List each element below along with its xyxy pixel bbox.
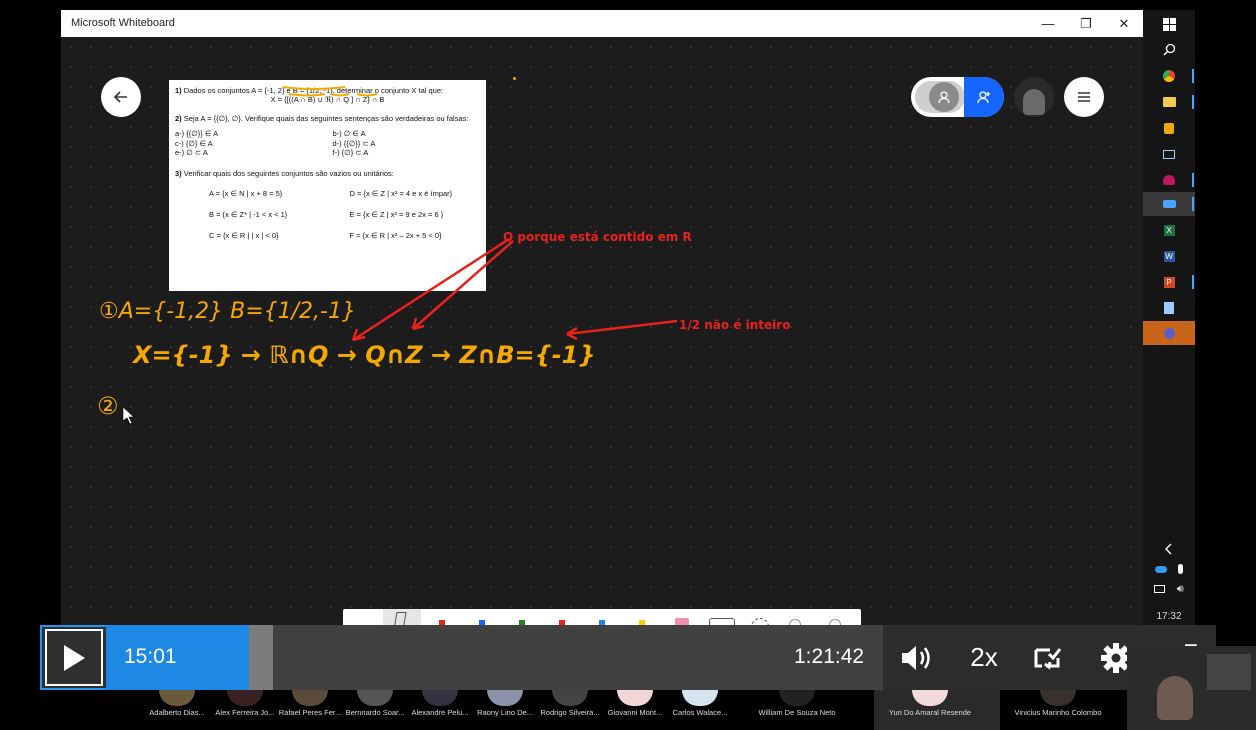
self-camera-preview bbox=[1127, 646, 1256, 730]
chrome-icon[interactable] bbox=[1143, 64, 1195, 88]
participant-tile[interactable]: Rodrigo Silveira... bbox=[533, 690, 607, 730]
participant-name: Adalberto Dias... bbox=[149, 708, 205, 717]
cursor-icon bbox=[122, 406, 135, 425]
ink-note-1: Q porque está contido em R bbox=[503, 230, 692, 244]
taskbar: X W P 🔊︎ 17:32 bbox=[1143, 10, 1195, 630]
window-title: Microsoft Whiteboard bbox=[71, 17, 175, 29]
ink-underline bbox=[282, 86, 346, 90]
participant-name: William De Souza Neto bbox=[758, 708, 836, 717]
whiteboard-canvas[interactable]: 1) Dados os conjuntos A = {-1, 2} e B = … bbox=[61, 37, 1143, 630]
ink-line-1: ①A={-1,2} B={1/2,-1} bbox=[99, 299, 356, 324]
participant-tile[interactable]: Rafael Peres Fer... bbox=[273, 690, 347, 730]
search-icon[interactable] bbox=[1143, 37, 1195, 61]
title-bar: Microsoft Whiteboard — ❐ ✕ bbox=[61, 10, 1143, 37]
ink-arrow bbox=[412, 240, 514, 330]
ink-underline bbox=[356, 93, 378, 97]
captions-button[interactable] bbox=[1022, 625, 1074, 690]
participants-strip: Adalberto Dias... Alex Ferreira Jo... Ra… bbox=[140, 690, 1120, 730]
network-icon[interactable] bbox=[1154, 585, 1166, 593]
lock-app-icon[interactable] bbox=[1143, 116, 1195, 140]
video-player-controls: 15:01 1:21:42 2x bbox=[40, 625, 1216, 690]
participant-name: Yuri Do Amaral Resende bbox=[888, 708, 972, 717]
participant-name: Rafael Peres Fer... bbox=[278, 708, 342, 717]
whiteboard-window: Microsoft Whiteboard — ❐ ✕ 1) Dados os c… bbox=[61, 10, 1143, 630]
folder-icon[interactable] bbox=[1143, 90, 1195, 114]
tray-row-2: 🔊︎ bbox=[1143, 577, 1195, 601]
progress-buffered[interactable] bbox=[249, 625, 273, 690]
participant-tile[interactable]: Bernnardo Soar... bbox=[338, 690, 412, 730]
ink-arrow bbox=[352, 237, 510, 342]
current-time: 15:01 bbox=[124, 645, 177, 668]
participant-name: Bernnardo Soar... bbox=[345, 708, 405, 717]
participant-name: Alexandre Pelu... bbox=[411, 708, 469, 717]
participant-tile[interactable]: Giovanni Mont... bbox=[598, 690, 672, 730]
participant-tile[interactable]: Yuri Do Amaral Resende bbox=[867, 690, 993, 730]
participant-name: Raony Lino De... bbox=[477, 708, 533, 717]
total-time: 1:21:42 bbox=[794, 645, 865, 668]
ink-line-2: X={-1} → ℝ∩Q → Q∩Z → Z∩B={-1} bbox=[131, 341, 595, 369]
ink-arrow bbox=[566, 319, 678, 336]
onedrive-icon[interactable] bbox=[1154, 565, 1167, 573]
participant-tile[interactable]: Vinicius Marinho Colombo bbox=[995, 690, 1121, 730]
participant-name: Giovanni Mont... bbox=[607, 708, 663, 717]
participant-tile[interactable]: Alex Ferreira Jo... bbox=[208, 690, 282, 730]
participant-name: Carlos Walace... bbox=[672, 708, 728, 717]
whiteboard-icon[interactable] bbox=[1143, 192, 1195, 216]
participant-tile[interactable]: William De Souza Neto bbox=[734, 690, 860, 730]
participant-name: Vinicius Marinho Colombo bbox=[1014, 708, 1102, 717]
participant-name: Rodrigo Silveira... bbox=[540, 708, 600, 717]
close-button[interactable]: ✕ bbox=[1105, 10, 1143, 37]
participant-tile[interactable]: Raony Lino De... bbox=[468, 690, 542, 730]
screen: Microsoft Whiteboard — ❐ ✕ 1) Dados os c… bbox=[0, 0, 1256, 730]
ink-line-3: ② bbox=[97, 392, 119, 420]
participant-tile[interactable]: Alexandre Pelu... bbox=[403, 690, 477, 730]
participant-tile[interactable]: Adalberto Dias... bbox=[140, 690, 214, 730]
remote-desktop-icon[interactable] bbox=[1143, 142, 1195, 166]
minimize-button[interactable]: — bbox=[1029, 10, 1067, 37]
play-button[interactable] bbox=[40, 625, 106, 690]
powerpoint-icon[interactable]: P bbox=[1143, 270, 1195, 294]
ink-underline bbox=[330, 93, 350, 97]
notepad-icon[interactable] bbox=[1143, 296, 1195, 320]
participant-name: Alex Ferreira Jo... bbox=[215, 708, 275, 717]
word-icon[interactable]: W bbox=[1143, 244, 1195, 268]
teams-icon[interactable] bbox=[1143, 321, 1195, 345]
speaker-icon bbox=[902, 645, 930, 670]
maximize-button[interactable]: ❐ bbox=[1067, 10, 1105, 37]
cast-icon bbox=[1034, 647, 1062, 670]
volume-button[interactable] bbox=[890, 625, 944, 690]
speed-button[interactable]: 2x bbox=[956, 625, 1012, 690]
progress-track[interactable] bbox=[273, 625, 883, 690]
volume-icon[interactable]: 🔊︎ bbox=[1177, 583, 1184, 596]
participant-tile[interactable]: Carlos Walace... bbox=[663, 690, 737, 730]
app-icon[interactable] bbox=[1143, 168, 1195, 192]
microphone-icon[interactable] bbox=[1178, 564, 1184, 574]
ink-layer: ①A={-1,2} B={1/2,-1} X={-1} → ℝ∩Q → Q∩Z … bbox=[97, 86, 790, 425]
excel-icon[interactable]: X bbox=[1143, 218, 1195, 242]
windows-icon[interactable] bbox=[1143, 12, 1195, 36]
ink-underline bbox=[288, 93, 326, 97]
ink-note-2: 1/2 não é inteiro bbox=[679, 318, 790, 332]
play-icon bbox=[64, 644, 85, 671]
